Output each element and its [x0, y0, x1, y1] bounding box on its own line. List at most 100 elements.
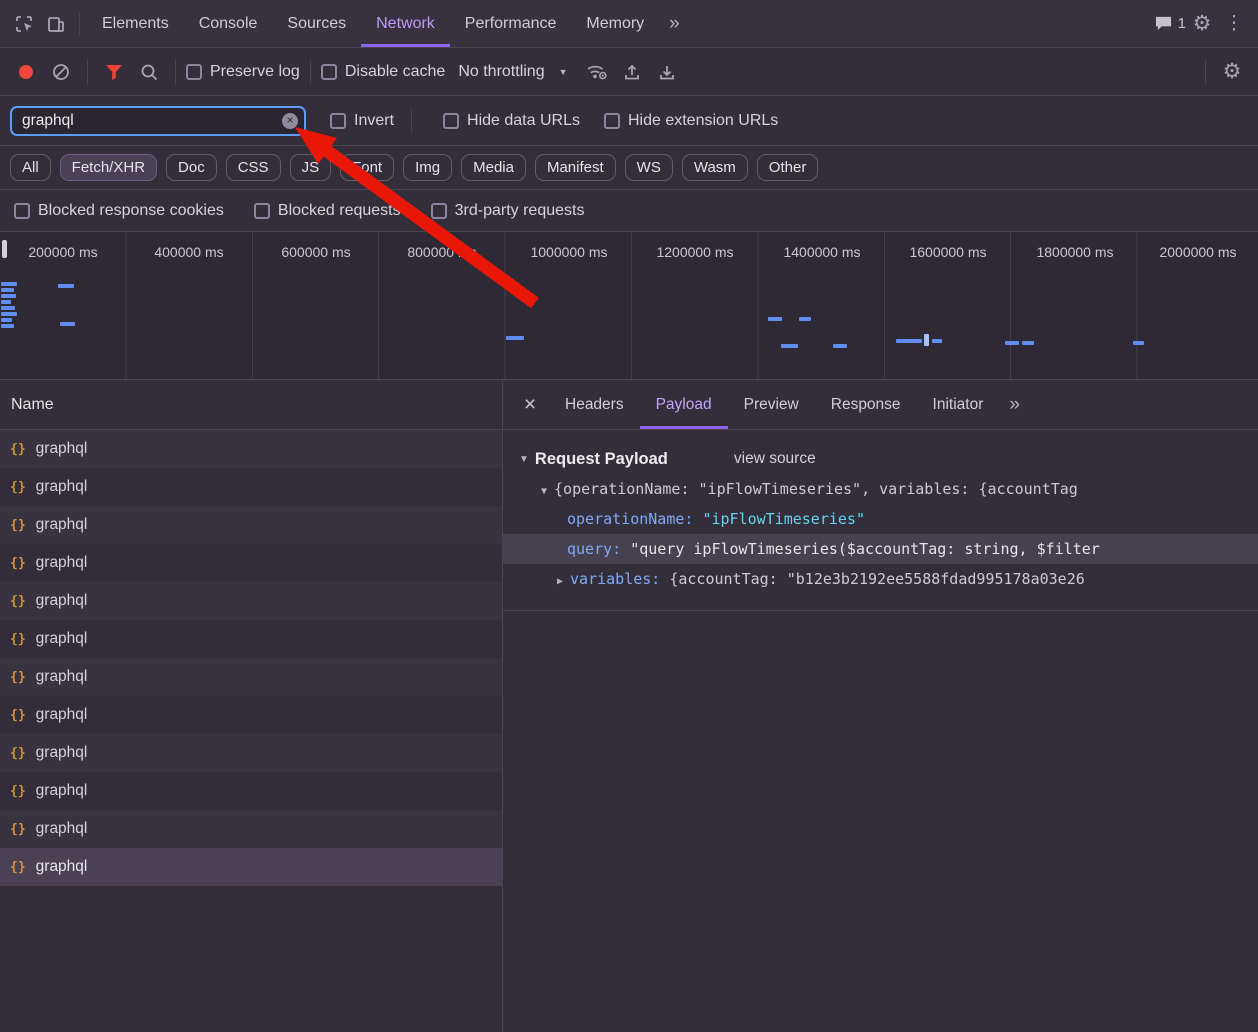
network-activity-bar	[799, 317, 811, 321]
json-request-icon: {}	[10, 518, 26, 533]
table-row[interactable]: {} graphql	[0, 620, 502, 658]
more-details-tabs-button[interactable]: »	[999, 394, 1030, 416]
type-filter-all[interactable]: All	[10, 154, 51, 181]
request-name: graphql	[36, 440, 88, 458]
filter-input[interactable]	[10, 106, 306, 136]
tab-preview[interactable]: Preview	[728, 380, 815, 429]
payload-row-query[interactable]: query:"query ipFlowTimeseries($accountTa…	[503, 534, 1258, 564]
type-filter-wasm[interactable]: Wasm	[682, 154, 748, 181]
json-request-icon: {}	[10, 632, 26, 647]
timeline-scroll-handle[interactable]	[2, 240, 7, 258]
search-button[interactable]	[133, 56, 165, 88]
third-party-requests-checkbox[interactable]: 3rd-party requests	[431, 202, 585, 220]
type-filter-fetch-xhr[interactable]: Fetch/XHR	[60, 154, 157, 181]
view-source-link[interactable]: view source	[734, 450, 816, 468]
table-row-selected[interactable]: {}graphql	[0, 848, 502, 886]
checkbox-box	[431, 203, 447, 219]
tab-headers[interactable]: Headers	[549, 380, 640, 429]
network-activity-bar	[1133, 341, 1144, 345]
tab-response[interactable]: Response	[815, 380, 917, 429]
table-row[interactable]: {} graphql	[0, 506, 502, 544]
table-row[interactable]: {}graphql	[0, 582, 502, 620]
network-conditions-button[interactable]	[581, 56, 613, 88]
tab-sources[interactable]: Sources	[272, 0, 361, 47]
json-request-icon: {}	[10, 822, 26, 837]
type-filter-media[interactable]: Media	[461, 154, 526, 181]
network-activity-bar	[1, 294, 16, 298]
tab-payload[interactable]: Payload	[640, 380, 728, 429]
type-filter-img[interactable]: Img	[403, 154, 452, 181]
blocked-response-cookies-checkbox[interactable]: Blocked response cookies	[14, 202, 224, 220]
type-filter-font[interactable]: Font	[340, 154, 394, 181]
network-settings-button[interactable]: ⚙	[1216, 56, 1248, 88]
json-request-icon: {}	[10, 708, 26, 723]
hide-data-urls-checkbox[interactable]: Hide data URLs	[443, 112, 580, 130]
table-row[interactable]: {}graphql	[0, 658, 502, 696]
import-har-button[interactable]	[616, 56, 648, 88]
close-details-button[interactable]: ×	[511, 386, 549, 424]
timeline-overview[interactable]: 200000 ms 400000 ms 600000 ms 800000 ms …	[0, 232, 1258, 380]
payload-root-row[interactable]: ▼{operationName: "ipFlowTimeseries", var…	[503, 474, 1258, 504]
type-filter-other[interactable]: Other	[757, 154, 819, 181]
request-name: graphql	[36, 630, 88, 648]
inspect-element-button[interactable]	[8, 8, 40, 40]
network-activity-bar	[833, 344, 847, 348]
tab-initiator[interactable]: Initiator	[917, 380, 1000, 429]
divider	[310, 60, 311, 84]
type-filter-doc[interactable]: Doc	[166, 154, 217, 181]
type-filter-ws[interactable]: WS	[625, 154, 673, 181]
type-filter-manifest[interactable]: Manifest	[535, 154, 616, 181]
payload-divider	[503, 610, 1258, 611]
issues-button[interactable]: 1	[1154, 8, 1186, 40]
table-row[interactable]: {} graphql	[0, 430, 502, 468]
request-payload-section[interactable]: ▼ Request Payload view source	[503, 444, 1258, 474]
tab-memory[interactable]: Memory	[571, 0, 659, 47]
request-name: graphql	[36, 516, 88, 534]
settings-button[interactable]: ⚙	[1186, 8, 1218, 40]
table-row[interactable]: {}graphql	[0, 696, 502, 734]
json-request-icon: {}	[10, 442, 26, 457]
table-row[interactable]: {}graphql	[0, 734, 502, 772]
device-toolbar-button[interactable]	[40, 8, 72, 40]
checkbox-box	[186, 64, 202, 80]
disable-cache-checkbox[interactable]: Disable cache	[321, 63, 446, 81]
hide-data-urls-label: Hide data URLs	[467, 112, 580, 130]
tab-performance[interactable]: Performance	[450, 0, 572, 47]
network-activity-bar	[1, 318, 12, 322]
upload-icon	[623, 63, 641, 81]
tab-elements[interactable]: Elements	[87, 0, 184, 47]
blocked-requests-checkbox[interactable]: Blocked requests	[254, 202, 401, 220]
network-activity-bar	[58, 284, 74, 288]
table-row[interactable]: {}graphql	[0, 810, 502, 848]
export-har-button[interactable]	[651, 56, 683, 88]
search-icon	[140, 63, 158, 81]
clear-network-log-button[interactable]	[45, 56, 77, 88]
record-icon	[19, 65, 33, 79]
clear-filter-button[interactable]: ×	[282, 113, 298, 129]
throttling-select[interactable]: No throttling ▼	[448, 63, 577, 81]
payload-row-operationName[interactable]: operationName:"ipFlowTimeseries"	[503, 504, 1258, 534]
inspect-icon	[14, 14, 34, 34]
table-row[interactable]: {}graphql	[0, 544, 502, 582]
record-button[interactable]	[10, 56, 42, 88]
invert-checkbox[interactable]: Invert	[330, 112, 394, 130]
tab-network[interactable]: Network	[361, 0, 450, 47]
hide-extension-urls-checkbox[interactable]: Hide extension URLs	[604, 112, 778, 130]
payload-row-variables[interactable]: ▶variables:{accountTag: "b12e3b2192ee558…	[503, 564, 1258, 594]
table-row[interactable]: {}graphql	[0, 468, 502, 506]
timeline-tick: 600000 ms	[253, 244, 379, 260]
type-filter-css[interactable]: CSS	[226, 154, 281, 181]
json-request-icon: {}	[10, 746, 26, 761]
json-request-icon: {}	[10, 556, 26, 571]
timeline-tick: 400000 ms	[126, 244, 252, 260]
more-tabs-button[interactable]: »	[659, 13, 690, 35]
type-filter-js[interactable]: JS	[290, 154, 332, 181]
devtools-menu-button[interactable]: ⋮	[1218, 8, 1250, 40]
network-activity-bar	[768, 317, 782, 321]
table-row[interactable]: {}graphql	[0, 772, 502, 810]
requests-name-header[interactable]: Name	[0, 380, 502, 430]
tab-console[interactable]: Console	[184, 0, 273, 47]
preserve-log-checkbox[interactable]: Preserve log	[186, 63, 300, 81]
timeline-tick: 1200000 ms	[632, 244, 758, 260]
filter-toggle-button[interactable]	[98, 56, 130, 88]
